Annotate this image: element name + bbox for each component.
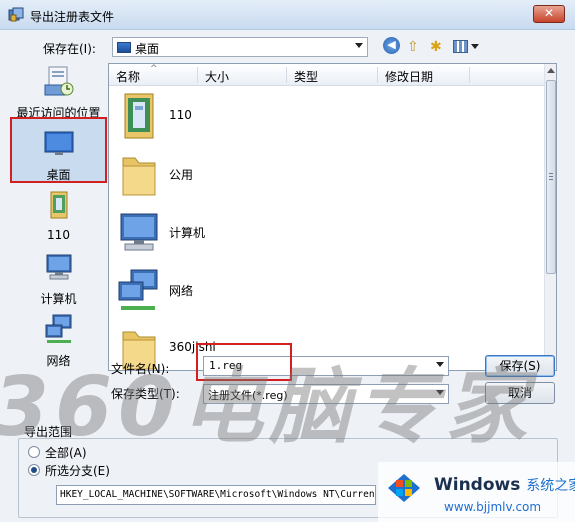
file-rows: 110 公用 计算机 网络 360jishi <box>109 86 546 370</box>
logo-brand-zh: 系统之家 <box>526 478 575 494</box>
file-name: 网络 <box>169 284 194 298</box>
radio-selected-branch[interactable] <box>28 464 40 476</box>
chevron-down-icon <box>436 390 444 395</box>
branch-path-value: HKEY_LOCAL_MACHINE\SOFTWARE\Microsoft\Wi… <box>60 489 375 500</box>
computer-icon <box>120 213 158 251</box>
place-network[interactable]: 网络 <box>10 313 107 369</box>
save-in-value: 桌面 <box>135 42 160 56</box>
chevron-down-icon[interactable] <box>436 362 444 367</box>
back-arrow-icon: ◀ <box>383 37 400 54</box>
save-in-label: 保存在(I): <box>43 42 96 56</box>
place-desktop[interactable]: 桌面 <box>10 117 107 183</box>
column-modified[interactable]: 修改日期 <box>385 68 433 85</box>
filetype-select[interactable]: 注册文件(*.reg) <box>203 384 449 404</box>
place-user[interactable]: 110 <box>10 189 107 242</box>
new-folder-button[interactable]: ✱ <box>430 37 450 57</box>
file-list[interactable]: 名称 ^ 大小 类型 修改日期 110 公用 计算机 网络 360jishi <box>108 63 557 371</box>
column-divider <box>469 67 470 83</box>
filetype-label: 保存类型(T): <box>111 387 180 401</box>
file-name: 计算机 <box>169 226 206 240</box>
scroll-up-icon[interactable] <box>547 68 555 73</box>
radio-all[interactable] <box>28 446 40 458</box>
window-title: 导出注册表文件 <box>30 10 115 24</box>
chevron-down-icon <box>471 44 479 49</box>
filetype-value: 注册文件(*.reg) <box>208 389 288 402</box>
place-label: 桌面 <box>46 168 71 182</box>
site-logo: Windows 系统之家 www.bjjmlv.com <box>378 462 575 522</box>
place-label: 网络 <box>46 354 71 368</box>
folder-icon <box>122 157 156 196</box>
radio-all-label[interactable]: 全部(A) <box>45 444 87 461</box>
filename-label: 文件名(N): <box>111 362 170 376</box>
user-folder-icon <box>50 191 67 219</box>
up-folder-button[interactable]: ⇧ <box>407 37 427 57</box>
column-size[interactable]: 大小 <box>205 68 229 85</box>
column-divider <box>286 67 287 83</box>
recent-places-icon <box>44 66 73 96</box>
branch-path-input[interactable]: HKEY_LOCAL_MACHINE\SOFTWARE\Microsoft\Wi… <box>56 485 376 505</box>
column-divider <box>197 67 198 83</box>
place-computer[interactable]: 计算机 <box>10 251 107 307</box>
list-header: 名称 ^ 大小 类型 修改日期 <box>109 64 546 86</box>
list-item[interactable]: 计算机 <box>115 206 415 258</box>
cancel-button[interactable]: 取消 <box>485 382 555 404</box>
back-button[interactable]: ◀ <box>383 37 403 57</box>
file-name: 公用 <box>169 168 194 182</box>
close-button[interactable]: ✕ <box>533 5 565 23</box>
save-in-combo[interactable]: 桌面 <box>112 37 368 57</box>
radio-branch-label[interactable]: 所选分支(E) <box>45 462 110 479</box>
grip-icon <box>549 173 553 181</box>
vertical-scrollbar[interactable] <box>544 64 556 370</box>
chevron-down-icon <box>355 43 363 48</box>
filename-highlight <box>196 343 292 381</box>
regedit-icon <box>8 7 24 22</box>
desktop-icon <box>117 42 131 53</box>
file-name: 110 <box>169 108 192 122</box>
logo-title: Windows 系统之家 <box>434 475 575 495</box>
network-icon <box>118 269 158 310</box>
list-item[interactable]: 公用 <box>115 148 415 200</box>
save-dialog: 保存在(I): 桌面 ◀ ⇧ ✱ 最近访问的位置 桌面 110 计算机 网络 名… <box>0 30 575 522</box>
logo-url: www.bjjmlv.com <box>444 500 542 514</box>
column-name[interactable]: 名称 <box>116 68 140 85</box>
save-button[interactable]: 保存(S) <box>485 355 555 377</box>
network-icon <box>45 314 71 343</box>
column-type[interactable]: 类型 <box>294 68 318 85</box>
view-grid-icon <box>453 40 468 53</box>
user-folder-icon <box>124 93 154 139</box>
list-item[interactable]: 110 <box>115 90 415 142</box>
scroll-thumb[interactable] <box>546 80 556 274</box>
view-menu-button[interactable] <box>453 37 483 57</box>
logo-brand: Windows <box>434 475 521 495</box>
sort-ascending-icon: ^ <box>150 64 158 74</box>
column-divider <box>377 67 378 83</box>
place-label: 计算机 <box>40 292 77 306</box>
title-bar: 导出注册表文件 ✕ <box>0 0 575 30</box>
place-label: 110 <box>47 228 70 242</box>
places-bar: 最近访问的位置 桌面 110 计算机 网络 <box>10 63 107 369</box>
place-recent[interactable]: 最近访问的位置 <box>10 65 107 121</box>
windows-logo-icon <box>388 474 420 502</box>
computer-icon <box>46 254 71 280</box>
desktop-icon <box>44 131 73 155</box>
list-item[interactable]: 网络 <box>115 264 415 316</box>
